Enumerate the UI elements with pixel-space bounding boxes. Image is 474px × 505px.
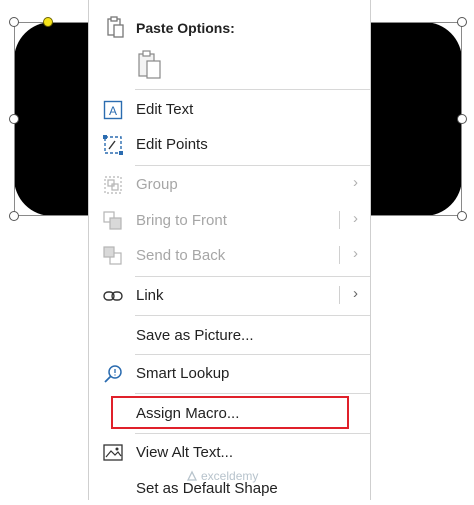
bring-to-front-icon	[103, 211, 123, 231]
chevron-right-icon: ›	[353, 285, 358, 302]
chevron-right-icon: ›	[353, 210, 358, 227]
highlight-box	[111, 396, 349, 429]
chevron-right-icon: ›	[353, 174, 358, 191]
paste-picture-option-button[interactable]	[137, 50, 163, 82]
resize-handle-top-right[interactable]	[457, 17, 467, 27]
menu-item-send-to-back[interactable]: Send to Back ›	[89, 238, 370, 272]
menu-item-label: Group	[136, 176, 178, 193]
menu-item-label: Save as Picture...	[136, 327, 254, 344]
chevron-right-icon: ›	[353, 245, 358, 262]
edit-points-icon	[103, 135, 123, 155]
paste-picture-icon	[138, 50, 161, 79]
resize-handle-bottom-left[interactable]	[9, 211, 19, 221]
separator	[135, 433, 370, 434]
separator	[135, 393, 370, 394]
paste-options-header: Paste Options:	[89, 12, 370, 46]
separator	[135, 354, 370, 355]
smart-lookup-icon	[103, 364, 123, 384]
menu-item-link[interactable]: Link ›	[89, 278, 370, 312]
watermark-logo-icon	[186, 470, 198, 481]
menu-item-save-as-picture[interactable]: Save as Picture...	[89, 318, 370, 352]
menu-item-group[interactable]: Group ›	[89, 167, 370, 201]
svg-text:A: A	[109, 104, 117, 118]
adjust-handle[interactable]	[43, 17, 53, 27]
split-divider	[339, 286, 340, 304]
watermark: exceldemy	[186, 469, 258, 483]
edit-text-icon: A	[103, 100, 123, 120]
separator	[135, 165, 370, 166]
menu-item-view-alt-text[interactable]: View Alt Text...	[89, 435, 370, 469]
menu-item-label: Send to Back	[136, 247, 226, 264]
resize-handle-middle-left[interactable]	[9, 114, 19, 124]
menu-item-edit-points[interactable]: Edit Points	[89, 127, 370, 161]
menu-item-label: Link	[136, 287, 164, 304]
resize-handle-middle-right[interactable]	[457, 114, 467, 124]
paste-icon	[105, 16, 125, 43]
menu-item-bring-to-front[interactable]: Bring to Front ›	[89, 203, 370, 237]
split-divider	[339, 246, 340, 264]
separator	[135, 276, 370, 277]
link-icon	[103, 286, 123, 306]
resize-handle-bottom-right[interactable]	[457, 211, 467, 221]
separator	[135, 89, 370, 90]
menu-item-edit-text[interactable]: A Edit Text	[89, 92, 370, 126]
menu-item-label: Smart Lookup	[136, 365, 230, 382]
group-icon	[103, 175, 123, 195]
watermark-text: exceldemy	[201, 469, 259, 483]
resize-handle-top-left[interactable]	[9, 17, 19, 27]
menu-item-label: Edit Text	[136, 101, 194, 118]
split-divider	[339, 211, 340, 229]
alt-text-icon	[103, 443, 123, 463]
menu-item-label: Edit Points	[136, 136, 208, 153]
separator	[135, 315, 370, 316]
paste-options-label: Paste Options:	[136, 20, 235, 36]
menu-item-label: View Alt Text...	[136, 444, 233, 461]
menu-item-label: Bring to Front	[136, 212, 227, 229]
send-to-back-icon	[103, 246, 123, 266]
menu-item-smart-lookup[interactable]: Smart Lookup	[89, 356, 370, 390]
